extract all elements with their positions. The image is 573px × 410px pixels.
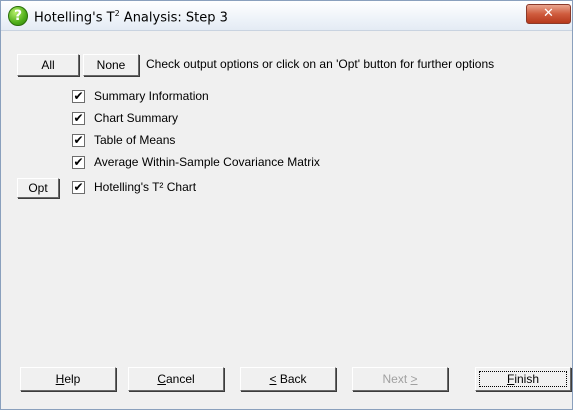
option-label: Table of Means [94, 133, 176, 147]
instruction-text: Check output options or click on an 'Opt… [146, 57, 495, 71]
option-label: Chart Summary [94, 111, 179, 125]
none-button[interactable]: None [83, 54, 139, 76]
option-label: Hotelling's T² Chart [94, 180, 197, 194]
all-button[interactable]: All [17, 54, 79, 76]
close-button[interactable]: ✕ [526, 4, 571, 24]
opt-button[interactable]: Opt [17, 178, 59, 198]
chart-summary-checkbox[interactable]: ✔ [72, 112, 85, 125]
dialog-body: All None Check output options or click o… [1, 32, 572, 410]
close-icon: ✕ [543, 6, 554, 21]
option-label: Summary Information [94, 89, 209, 103]
help-button[interactable]: Help [20, 367, 116, 391]
window-title: Hotelling's T2 Analysis: Step 3 [34, 9, 228, 26]
help-question-icon: ? [8, 6, 28, 26]
next-button[interactable]: Next > [352, 367, 448, 391]
summary-information-checkbox[interactable]: ✔ [72, 90, 85, 103]
back-button[interactable]: < Back [240, 367, 336, 391]
finish-button[interactable]: Finish [475, 367, 571, 391]
title-bar[interactable]: ? Hotelling's T2 Analysis: Step 3 ✕ [1, 1, 572, 31]
covariance-matrix-checkbox[interactable]: ✔ [72, 156, 85, 169]
option-label: Average Within-Sample Covariance Matrix [94, 155, 320, 169]
table-of-means-checkbox[interactable]: ✔ [72, 134, 85, 147]
hotellings-chart-checkbox[interactable]: ✔ [72, 181, 85, 194]
focus-rectangle [479, 371, 567, 387]
dialog-window: ? Hotelling's T2 Analysis: Step 3 ✕ All … [0, 0, 573, 410]
cancel-button[interactable]: Cancel [128, 367, 224, 391]
